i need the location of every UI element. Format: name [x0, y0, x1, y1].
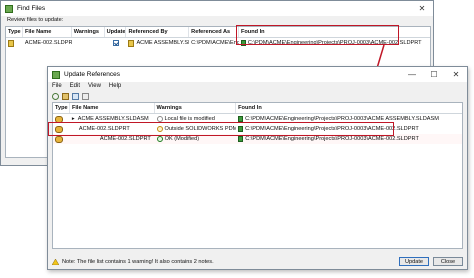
status-bar: Note: The file list contains 1 warning! …	[48, 254, 467, 269]
row-referenced-as: C:\PDM\ACME\Enginee	[191, 40, 239, 46]
find-files-app-icon	[5, 4, 13, 13]
update-references-titlebar: Update References — ☐ ✕	[48, 67, 467, 82]
update-references-window: Update References — ☐ ✕ File Edit View H…	[47, 66, 468, 270]
row-referenced-by: ACME ASSEMBLY.SLDASM	[136, 40, 189, 46]
ur-col-warnings[interactable]: Warnings	[155, 103, 237, 113]
update-button[interactable]: Update	[399, 257, 429, 266]
col-warnings[interactable]: Warnings	[72, 27, 105, 37]
col-type[interactable]: Type	[6, 27, 23, 37]
menu-file[interactable]: File	[48, 82, 66, 91]
col-update[interactable]: Update	[105, 27, 127, 37]
toolbar	[52, 92, 89, 101]
vault-file-icon	[238, 136, 244, 142]
find-files-title: Find Files	[17, 5, 46, 12]
found-in-highlight	[236, 25, 399, 45]
ur-col-file-name[interactable]: File Name	[70, 103, 155, 113]
part-file-icon	[8, 39, 14, 47]
col-referenced-as[interactable]: Referenced As	[189, 27, 239, 37]
close-window-button[interactable]: ✕	[445, 67, 467, 82]
browse-icon[interactable]	[62, 93, 69, 100]
minimize-button[interactable]: —	[401, 67, 423, 82]
list-icon[interactable]	[82, 93, 89, 100]
review-caption: Review files to update:	[7, 17, 64, 23]
update-checkbox[interactable]	[113, 40, 120, 46]
find-files-titlebar: Find Files ✕	[1, 1, 433, 16]
refresh-icon[interactable]	[52, 93, 59, 100]
ok-icon	[156, 136, 163, 142]
ur-col-type[interactable]: Type	[53, 103, 70, 113]
ur-col-found-in[interactable]: Found In	[236, 103, 462, 113]
col-referenced-by[interactable]: Referenced By	[126, 27, 190, 37]
menu-edit[interactable]: Edit	[66, 82, 84, 91]
update-references-header: Type File Name Warnings Found In	[53, 103, 462, 114]
menu-bar: File Edit View Help	[48, 82, 467, 91]
row-file-name: ACME-002.SLDPRT	[24, 40, 72, 46]
modified-row-highlight	[48, 122, 394, 136]
check-icon[interactable]	[72, 93, 79, 100]
maximize-button[interactable]: ☐	[423, 67, 445, 82]
col-file-name[interactable]: File Name	[23, 27, 72, 37]
menu-view[interactable]: View	[84, 82, 105, 91]
update-references-app-icon	[52, 70, 60, 79]
assembly-file-icon	[128, 39, 135, 47]
menu-help[interactable]: Help	[105, 82, 125, 91]
update-references-title: Update References	[64, 71, 121, 78]
warning-triangle-icon	[52, 258, 59, 265]
part-type-icon	[55, 135, 63, 143]
close-button[interactable]: Close	[433, 257, 463, 266]
find-files-close-button[interactable]: ✕	[411, 1, 433, 16]
status-note: Note: The file list contains 1 warning! …	[62, 258, 214, 265]
